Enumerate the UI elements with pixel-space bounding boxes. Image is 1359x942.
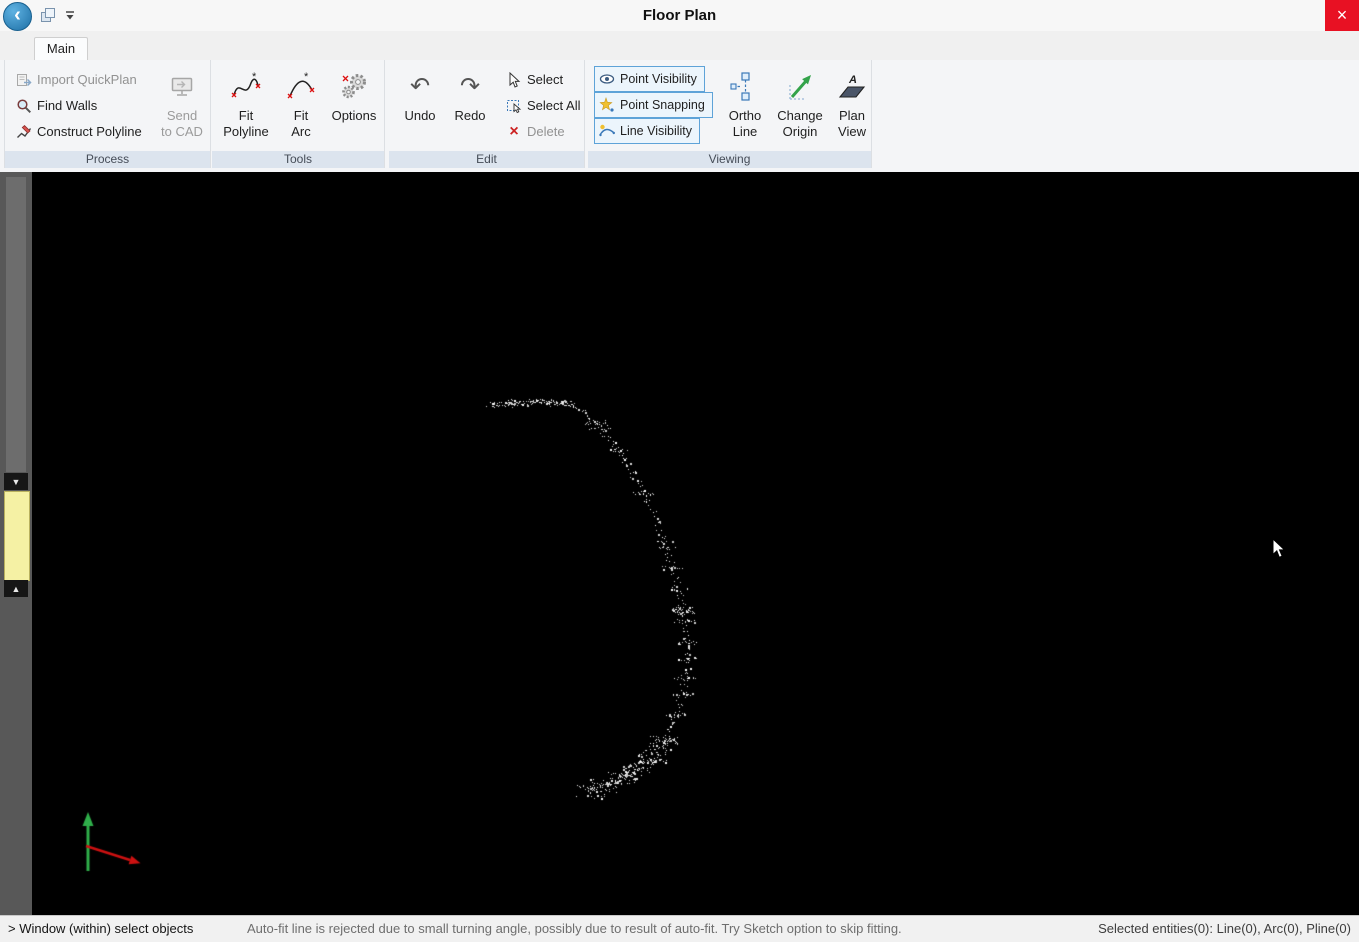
delete-icon: × — [506, 124, 522, 140]
redo-button[interactable]: ↷ Redo — [447, 62, 493, 150]
group-process: Import QuickPlan Find Walls Construct Po… — [4, 60, 211, 168]
tab-main[interactable]: Main — [34, 37, 88, 61]
ortho-line-label-2: Line — [733, 124, 758, 140]
point-snapping-toggle[interactable]: Point Snapping — [594, 92, 713, 118]
scroll-up-button[interactable]: ▲ — [4, 580, 28, 597]
scroll-up-icon: ▲ — [12, 584, 21, 594]
change-origin-icon — [785, 72, 815, 102]
point-cloud-canvas[interactable] — [32, 172, 1359, 915]
ribbon: Import QuickPlan Find Walls Construct Po… — [0, 60, 1359, 173]
close-icon: × — [1337, 5, 1348, 26]
floor-plan-window: ‹ Floor Plan × Main — [0, 0, 1359, 941]
group-viewing: Point Visibility Point Snapping Line Vis… — [588, 60, 872, 168]
group-label-edit: Edit — [389, 151, 584, 168]
workspace: ▼ ▲ — [0, 172, 1359, 915]
options-label: Options — [332, 108, 377, 124]
fit-arc-label-1: Fit — [294, 108, 308, 124]
select-icon — [506, 72, 522, 88]
select-all-button[interactable]: Select All — [503, 94, 583, 117]
point-snapping-icon — [599, 97, 615, 113]
command-prompt-text: > Window (within) select objects — [8, 916, 193, 941]
group-edit: ↶ Undo ↷ Redo Select Select All — [389, 60, 585, 168]
status-message: Auto-fit line is rejected due to small t… — [247, 916, 902, 941]
ortho-line-icon — [730, 72, 760, 102]
construct-polyline-button[interactable]: Construct Polyline — [13, 120, 145, 143]
find-walls-icon — [16, 98, 32, 114]
side-rail-thumb[interactable] — [4, 491, 30, 581]
fit-arc-icon: * — [286, 72, 316, 102]
undo-icon: ↶ — [410, 72, 430, 102]
svg-text:*: * — [252, 72, 257, 83]
scroll-down-icon: ▼ — [12, 477, 21, 487]
change-origin-label-1: Change — [777, 108, 823, 124]
fit-polyline-button[interactable]: * Fit Polyline — [220, 62, 272, 150]
plan-view-button[interactable]: A Plan View — [832, 62, 872, 150]
send-to-cad-label-2: to CAD — [161, 124, 203, 140]
selection-summary: Selected entities(0): Line(0), Arc(0), P… — [1098, 916, 1351, 941]
side-rail-track[interactable] — [6, 177, 26, 472]
import-quickplan-label: Import QuickPlan — [37, 72, 137, 87]
select-all-icon — [506, 98, 522, 114]
svg-text:A: A — [848, 74, 857, 86]
change-origin-label-2: Origin — [783, 124, 818, 140]
title-bar: ‹ Floor Plan × — [0, 0, 1359, 32]
import-quickplan-button[interactable]: Import QuickPlan — [13, 68, 140, 91]
line-visibility-toggle[interactable]: Line Visibility — [594, 118, 700, 144]
fit-polyline-icon: * — [231, 72, 261, 102]
import-quickplan-icon — [16, 72, 32, 88]
point-visibility-toggle[interactable]: Point Visibility — [594, 66, 705, 92]
side-rail: ▼ ▲ — [0, 172, 32, 915]
select-label: Select — [527, 72, 563, 87]
group-tools: * Fit Polyline * Fit Arc — [212, 60, 385, 168]
change-origin-button[interactable]: Change Origin — [772, 62, 828, 150]
ribbon-tab-row: Main — [0, 31, 1359, 60]
send-to-cad-label-1: Send — [167, 108, 197, 124]
options-button[interactable]: Options — [328, 62, 380, 150]
find-walls-button[interactable]: Find Walls — [13, 94, 100, 117]
line-visibility-icon — [599, 123, 615, 139]
fit-arc-button[interactable]: * Fit Arc — [278, 62, 324, 150]
fit-polyline-label-2: Polyline — [223, 124, 269, 140]
plan-view-label-2: View — [838, 124, 866, 140]
group-label-process: Process — [5, 151, 210, 168]
undo-label: Undo — [404, 108, 435, 124]
line-visibility-label: Line Visibility — [620, 124, 692, 138]
redo-label: Redo — [454, 108, 485, 124]
send-to-cad-icon — [169, 74, 195, 100]
ortho-line-button[interactable]: Ortho Line — [722, 62, 768, 150]
close-button[interactable]: × — [1325, 0, 1359, 31]
delete-button[interactable]: × Delete — [503, 120, 568, 143]
construct-polyline-icon — [16, 124, 32, 140]
group-label-tools: Tools — [212, 151, 384, 168]
fit-arc-label-2: Arc — [291, 124, 311, 140]
ortho-line-label-1: Ortho — [729, 108, 762, 124]
find-walls-label: Find Walls — [37, 98, 97, 113]
options-icon — [339, 72, 369, 102]
svg-text:*: * — [304, 72, 309, 83]
fit-polyline-label-1: Fit — [239, 108, 253, 124]
send-to-cad-button[interactable]: Send to CAD — [157, 62, 207, 150]
construct-polyline-label: Construct Polyline — [37, 124, 142, 139]
plan-view-label-1: Plan — [839, 108, 865, 124]
point-snapping-label: Point Snapping — [620, 98, 705, 112]
point-visibility-label: Point Visibility — [620, 72, 697, 86]
redo-icon: ↷ — [460, 72, 480, 102]
window-title: Floor Plan — [0, 0, 1359, 31]
delete-label: Delete — [527, 124, 565, 139]
plan-view-icon: A — [837, 72, 867, 102]
scroll-down-button[interactable]: ▼ — [4, 473, 28, 490]
drawing-area[interactable] — [32, 172, 1359, 915]
select-button[interactable]: Select — [503, 68, 566, 91]
select-all-label: Select All — [527, 98, 580, 113]
status-bar: > Window (within) select objects Auto-fi… — [0, 915, 1359, 942]
group-label-viewing: Viewing — [588, 151, 871, 168]
point-visibility-icon — [599, 71, 615, 87]
undo-button[interactable]: ↶ Undo — [397, 62, 443, 150]
